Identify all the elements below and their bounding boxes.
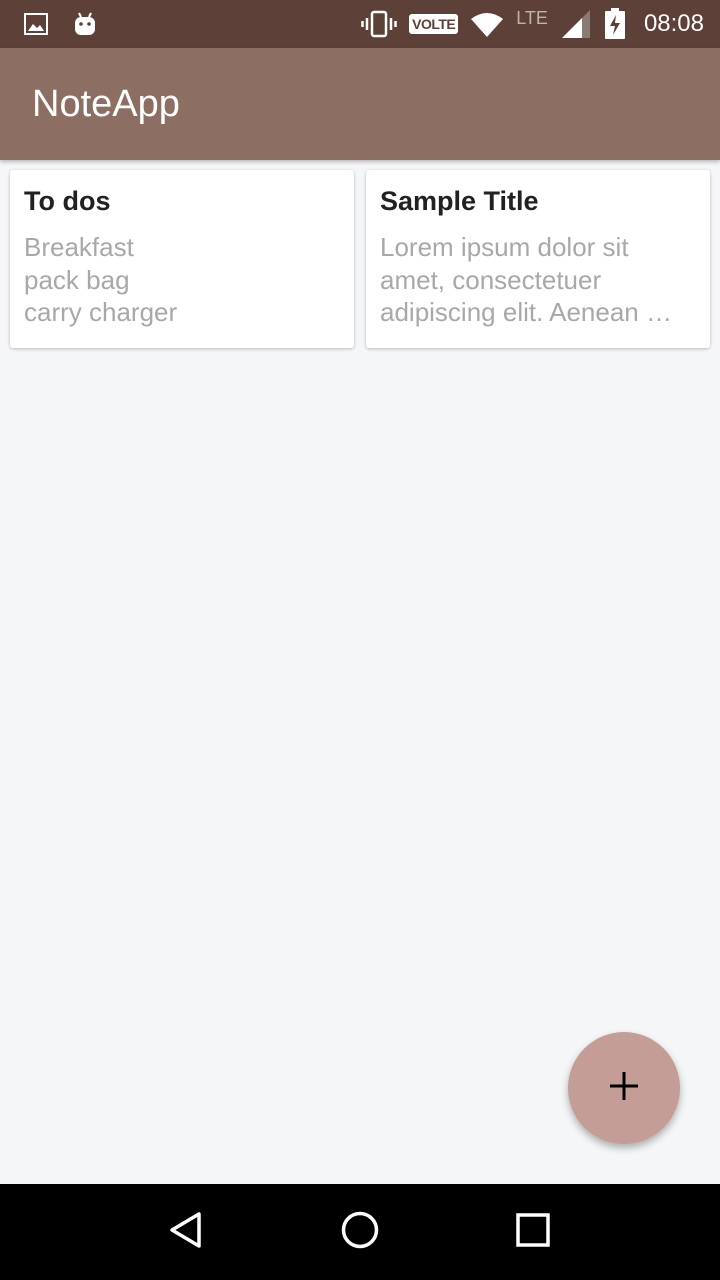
image-icon — [24, 13, 48, 35]
app-title: NoteApp — [32, 82, 180, 125]
recents-button[interactable] — [503, 1202, 563, 1262]
wifi-icon — [470, 11, 504, 37]
note-line: Lorem ipsum dolor sit — [380, 232, 629, 262]
nav-bar — [0, 1184, 720, 1280]
note-line: pack bag — [24, 264, 130, 295]
clock: 08:08 — [643, 10, 704, 37]
add-note-button[interactable] — [568, 1032, 680, 1144]
note-line: adipiscing elit. Aenean … — [380, 297, 672, 327]
status-bar: VOLTE LTE 08:08 — [0, 0, 720, 48]
network-type-label: LTE — [516, 7, 548, 28]
signal-icon — [560, 8, 592, 40]
home-icon — [340, 1210, 380, 1255]
android-icon — [72, 11, 98, 37]
notes-grid: To dos Breakfast pack bag carry charger … — [10, 170, 710, 348]
note-card[interactable]: Sample Title Lorem ipsum dolor sit amet,… — [366, 170, 710, 348]
note-body: Breakfast pack bag carry charger — [24, 231, 340, 329]
note-title: Sample Title — [380, 186, 539, 216]
recents-icon — [515, 1212, 551, 1253]
home-button[interactable] — [330, 1202, 390, 1262]
note-title: To dos — [24, 186, 111, 216]
back-button[interactable] — [157, 1202, 217, 1262]
battery-charging-icon — [604, 8, 626, 40]
note-line: carry charger — [24, 297, 178, 327]
note-body: Lorem ipsum dolor sit amet, consectetuer… — [380, 231, 696, 329]
plus-icon — [608, 1070, 640, 1107]
volte-badge: VOLTE — [409, 14, 459, 34]
note-card[interactable]: To dos Breakfast pack bag carry charger — [10, 170, 354, 348]
note-line: Breakfast — [24, 232, 134, 262]
note-line: amet, consectetuer — [380, 264, 602, 295]
vibrate-icon — [361, 10, 397, 38]
app-bar: NoteApp — [0, 48, 720, 160]
back-icon — [167, 1210, 207, 1255]
